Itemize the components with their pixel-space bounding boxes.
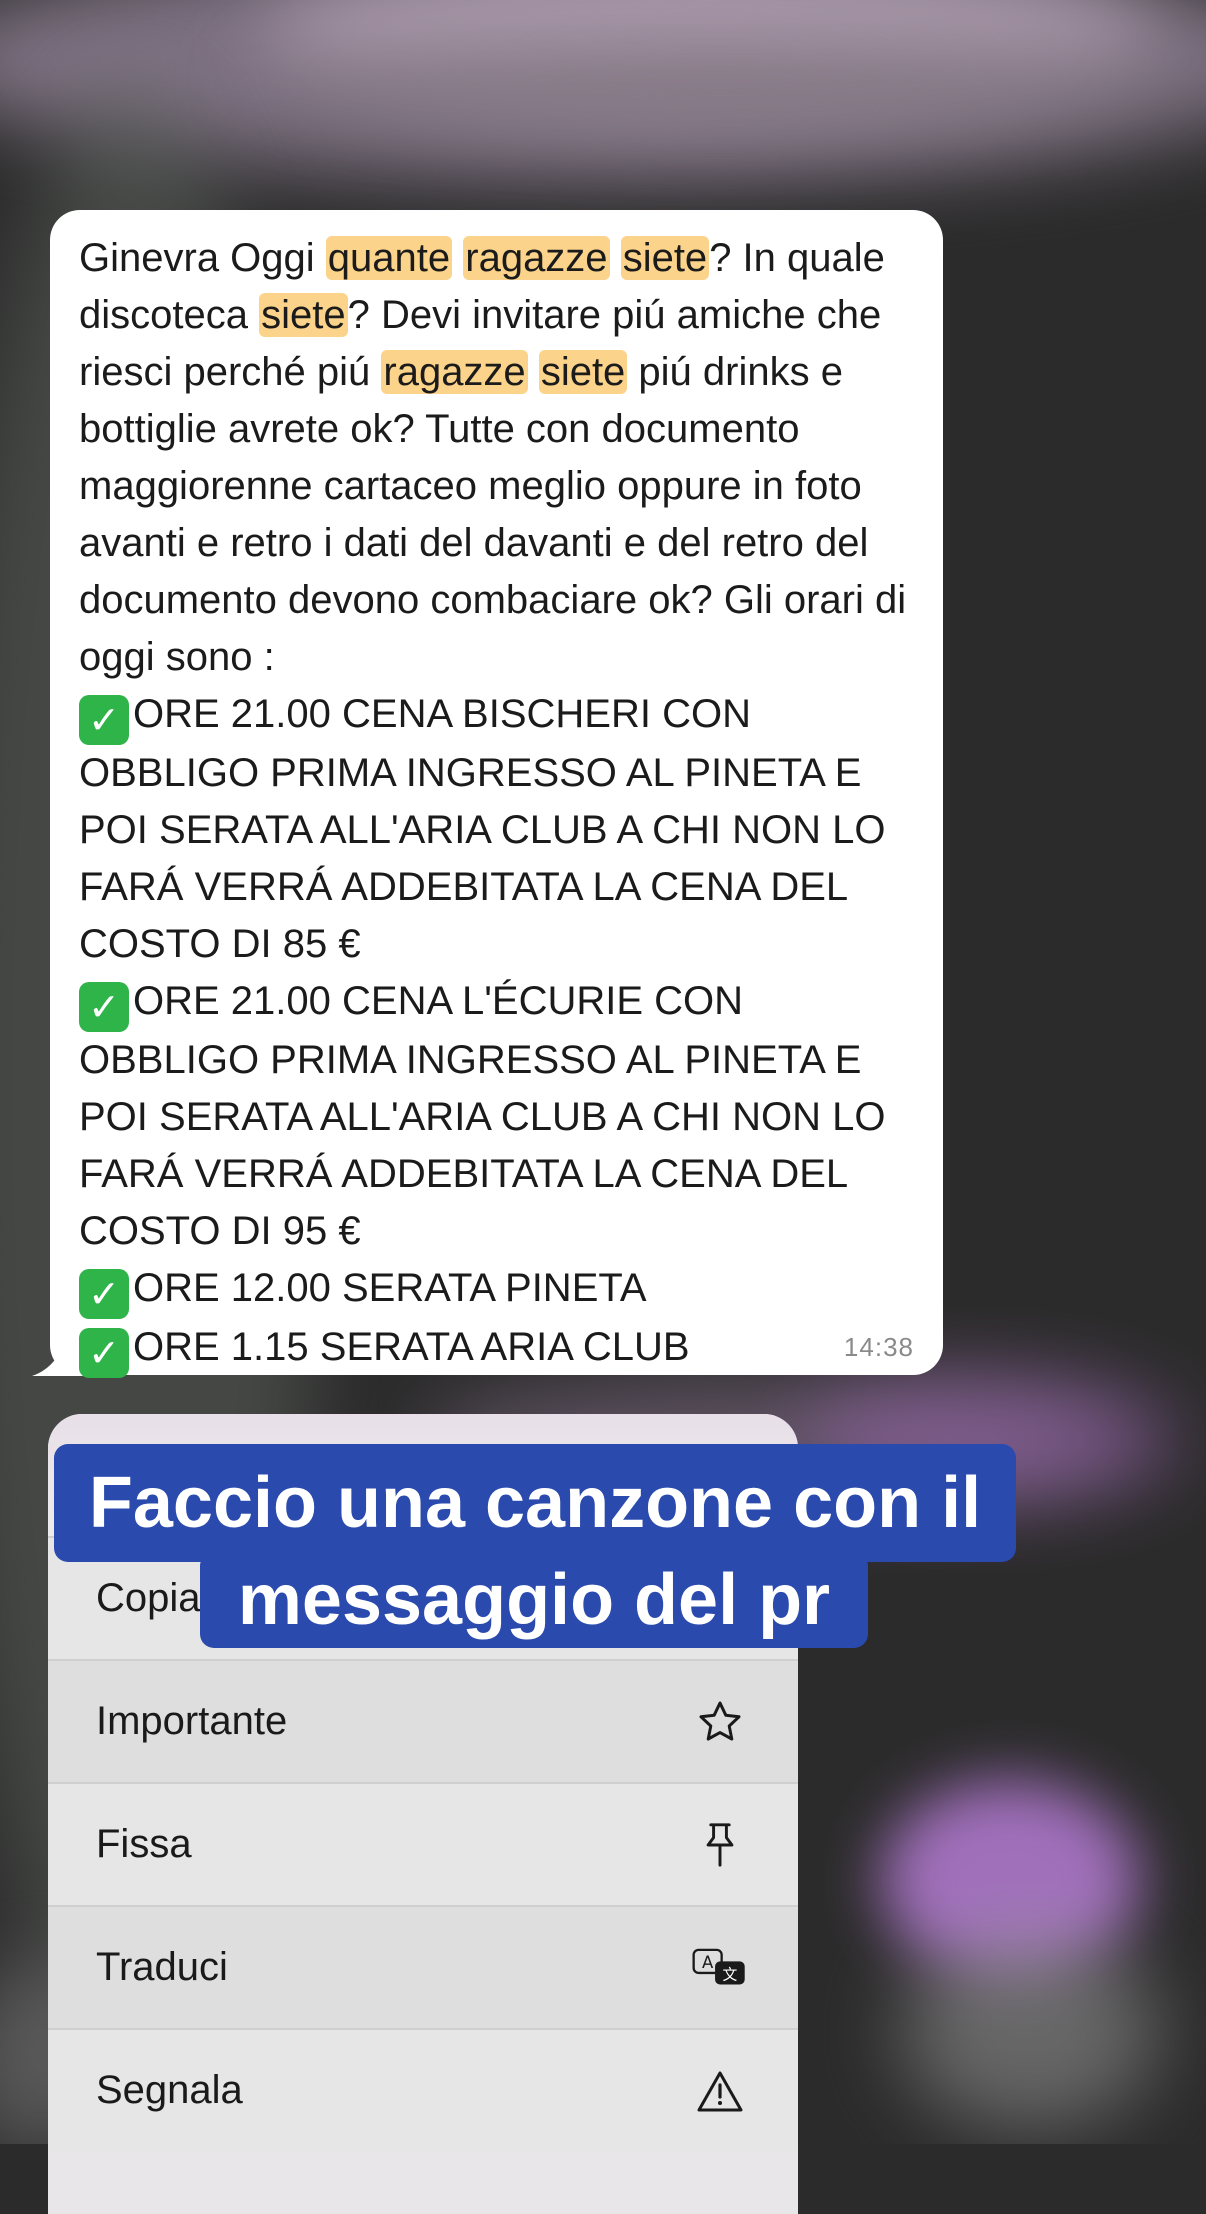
message-time: 14:38: [843, 1332, 914, 1362]
svg-text:文: 文: [722, 1966, 737, 1983]
schedule-item: ORE 21.00 CENA BISCHERI CON OBBLIGO PRIM…: [79, 692, 886, 966]
caption-line-1: Faccio una canzone con il: [54, 1444, 1016, 1562]
check-mark-icon: ✓: [79, 982, 129, 1032]
svg-text:A: A: [702, 1953, 714, 1972]
message-segment: [610, 236, 621, 280]
menu-item-label: Traduci: [96, 1945, 228, 1989]
translate-icon: A 文: [692, 1940, 748, 1996]
highlighted-word: quante: [325, 236, 453, 280]
check-mark-icon: ✓: [79, 695, 129, 745]
message-segment: [452, 236, 463, 280]
menu-item-pin[interactable]: Fissa: [48, 1782, 798, 1905]
highlighted-word: ragazze: [381, 350, 528, 394]
menu-item-label: Segnala: [96, 2068, 243, 2112]
message-segment: [528, 350, 539, 394]
message-segment: Ginevra Oggi: [79, 236, 326, 280]
menu-item-important[interactable]: Importante: [48, 1659, 798, 1782]
schedule-item: ORE 1.15 SERATA ARIA CLUB: [133, 1325, 690, 1369]
message-text: Ginevra Oggi quante ragazze siete? In qu…: [79, 230, 915, 1378]
star-icon: [692, 1694, 748, 1750]
check-mark-icon: ✓: [79, 1269, 129, 1319]
menu-item-label: Copia: [96, 1576, 201, 1620]
highlighted-word: siete: [259, 293, 348, 337]
schedule-item: ORE 21.00 CENA L'ÉCURIE CON OBBLIGO PRIM…: [79, 979, 886, 1253]
menu-item-translate[interactable]: Traduci A 文: [48, 1905, 798, 2028]
highlighted-word: ragazze: [463, 236, 610, 280]
schedule-item: ORE 12.00 SERATA PINETA: [133, 1266, 647, 1310]
highlighted-word: siete: [620, 236, 710, 280]
menu-item-label: Fissa: [96, 1822, 192, 1866]
check-mark-icon: ✓: [79, 1328, 129, 1378]
warning-icon: [692, 2063, 748, 2119]
caption-line-2: messaggio del pr: [200, 1552, 868, 1648]
menu-item-label: Importante: [96, 1699, 288, 1743]
menu-item-report[interactable]: Segnala: [48, 2028, 798, 2151]
pin-icon: [692, 1817, 748, 1873]
message-bubble[interactable]: Ginevra Oggi quante ragazze siete? In qu…: [50, 210, 943, 1378]
message-segment: piú drinks e bottiglie avrete ok? Tutte …: [79, 350, 907, 679]
highlighted-word: siete: [538, 350, 628, 394]
